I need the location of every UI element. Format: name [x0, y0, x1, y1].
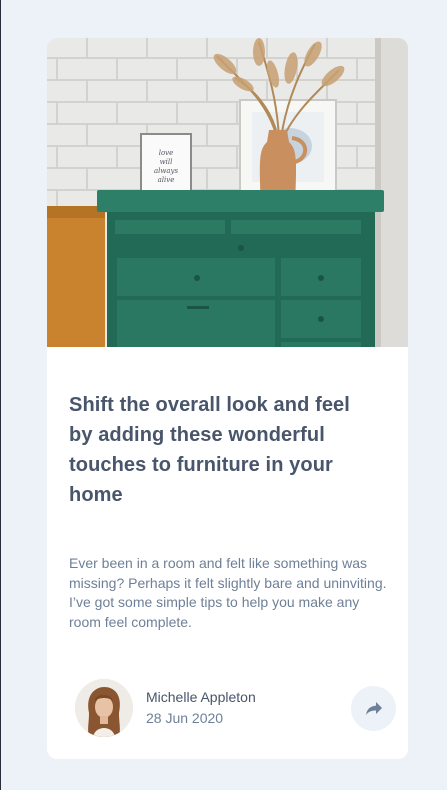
- hero-image: love will always alive: [47, 38, 408, 347]
- author-section: Michelle Appleton 28 Jun 2020: [75, 679, 396, 737]
- article-card: love will always alive Shift the overall…: [47, 38, 408, 759]
- share-button[interactable]: [351, 686, 396, 731]
- article-description: Ever been in a room and felt like someth…: [69, 555, 387, 630]
- share-icon: [365, 701, 382, 715]
- avatar: [75, 679, 133, 737]
- article-title: Shift the overall look and feel by addin…: [69, 394, 350, 506]
- svg-text:always: always: [154, 167, 179, 175]
- publish-date: 28 Jun 2020: [146, 710, 224, 726]
- svg-text:will: will: [160, 158, 173, 166]
- author-name: Michelle Appleton: [146, 689, 256, 705]
- svg-text:love: love: [159, 149, 174, 157]
- svg-text:alive: alive: [158, 176, 175, 184]
